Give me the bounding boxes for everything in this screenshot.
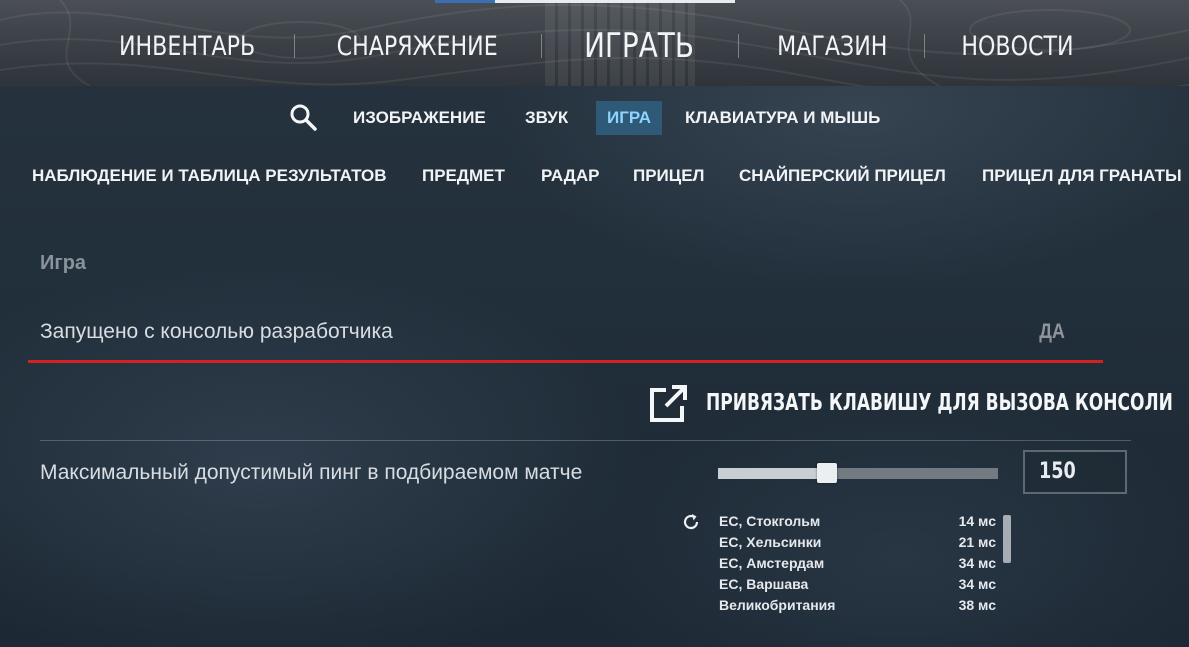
top-navigation-bar: ИНВЕНТАРЬ СНАРЯЖЕНИЕ ИГРАТЬ МАГАЗИН НОВО… xyxy=(0,0,1189,86)
nav-separator xyxy=(738,34,740,58)
main-nav-row: ИНВЕНТАРЬ СНАРЯЖЕНИЕ ИГРАТЬ МАГАЗИН НОВО… xyxy=(0,24,1189,68)
nav-news[interactable]: НОВОСТИ xyxy=(959,31,1075,62)
server-ping: 14 мс xyxy=(958,513,996,529)
category-radar[interactable]: РАДАР xyxy=(541,166,599,186)
nav-play[interactable]: ИГРАТЬ xyxy=(582,26,695,66)
dev-console-label: Запущено с консолью разработчика xyxy=(40,320,393,343)
max-ping-value: 150 xyxy=(1039,459,1076,484)
category-spectating-scoreboard[interactable]: НАБЛЮДЕНИЕ И ТАБЛИЦА РЕЗУЛЬТАТОВ xyxy=(32,166,387,186)
server-name: ЕС, Амстердам xyxy=(719,555,825,571)
slider-fill xyxy=(718,468,827,479)
server-name: Великобритания xyxy=(719,597,836,613)
nav-separator xyxy=(293,34,295,58)
nav-separator xyxy=(923,34,925,58)
server-name: ЕС, Хельсинки xyxy=(719,534,822,550)
tab-audio[interactable]: ЗВУК xyxy=(525,101,568,135)
server-name: ЕС, Варшава xyxy=(719,576,809,592)
server-ping: 34 мс xyxy=(958,555,996,571)
refresh-icon[interactable] xyxy=(681,512,701,532)
bind-console-label: ПРИВЯЗАТЬ КЛАВИШУ ДЛЯ ВЫЗОВА КОНСОЛИ xyxy=(706,390,1173,416)
server-ping: 34 мс xyxy=(958,576,996,592)
max-ping-slider[interactable] xyxy=(718,462,998,486)
nav-loadout[interactable]: СНАРЯЖЕНИЕ xyxy=(335,31,499,62)
search-icon[interactable] xyxy=(288,102,318,132)
category-crosshair[interactable]: ПРИЦЕЛ xyxy=(633,166,704,186)
category-tabs: НАБЛЮДЕНИЕ И ТАБЛИЦА РЕЗУЛЬТАТОВ ПРЕДМЕТ… xyxy=(0,160,1189,196)
server-ping: 21 мс xyxy=(958,534,996,550)
server-list-scrollbar[interactable] xyxy=(1003,515,1011,563)
tab-video[interactable]: ИЗОБРАЖЕНИЕ xyxy=(353,101,486,135)
max-ping-input[interactable]: 150 xyxy=(1023,450,1127,494)
server-row[interactable]: ЕС, Амстердам 34 мс xyxy=(719,553,999,574)
tab-game[interactable]: ИГРА xyxy=(596,101,662,135)
server-ping: 38 мс xyxy=(958,597,996,613)
nav-store[interactable]: МАГАЗИН xyxy=(776,31,890,62)
category-item[interactable]: ПРЕДМЕТ xyxy=(422,166,505,186)
server-row[interactable]: ЕС, Стокгольм 14 мс xyxy=(719,511,999,532)
external-link-icon xyxy=(650,385,687,422)
nav-inventory[interactable]: ИНВЕНТАРЬ xyxy=(117,31,257,62)
slider-thumb[interactable] xyxy=(817,463,837,483)
bind-console-key-button[interactable]: ПРИВЯЗАТЬ КЛАВИШУ ДЛЯ ВЫЗОВА КОНСОЛИ xyxy=(648,384,1173,424)
max-ping-label: Максимальный допустимый пинг в подбираем… xyxy=(40,461,583,484)
server-row[interactable]: ЕС, Варшава 34 мс xyxy=(719,574,999,595)
tab-keyboard-mouse[interactable]: КЛАВИАТУРА И МЫШЬ xyxy=(685,101,880,135)
server-row[interactable]: ЕС, Хельсинки 21 мс xyxy=(719,532,999,553)
dev-console-setting-row[interactable]: Запущено с консолью разработчика ДА xyxy=(28,310,1103,363)
section-divider xyxy=(40,440,1131,441)
settings-tabs: ИЗОБРАЖЕНИЕ ЗВУК ИГРА КЛАВИАТУРА И МЫШЬ xyxy=(0,98,1189,136)
section-title: Игра xyxy=(40,252,87,274)
server-name: ЕС, Стокгольм xyxy=(719,513,821,529)
category-sniper-crosshair[interactable]: СНАЙПЕРСКИЙ ПРИЦЕЛ xyxy=(739,166,946,186)
category-grenade-crosshair[interactable]: ПРИЦЕЛ ДЛЯ ГРАНАТЫ xyxy=(982,166,1182,186)
server-row[interactable]: Великобритания 38 мс xyxy=(719,595,999,616)
server-ping-list: ЕС, Стокгольм 14 мс ЕС, Хельсинки 21 мс … xyxy=(719,511,999,617)
nav-separator xyxy=(541,34,543,58)
dev-console-value[interactable]: ДА xyxy=(1039,320,1065,344)
